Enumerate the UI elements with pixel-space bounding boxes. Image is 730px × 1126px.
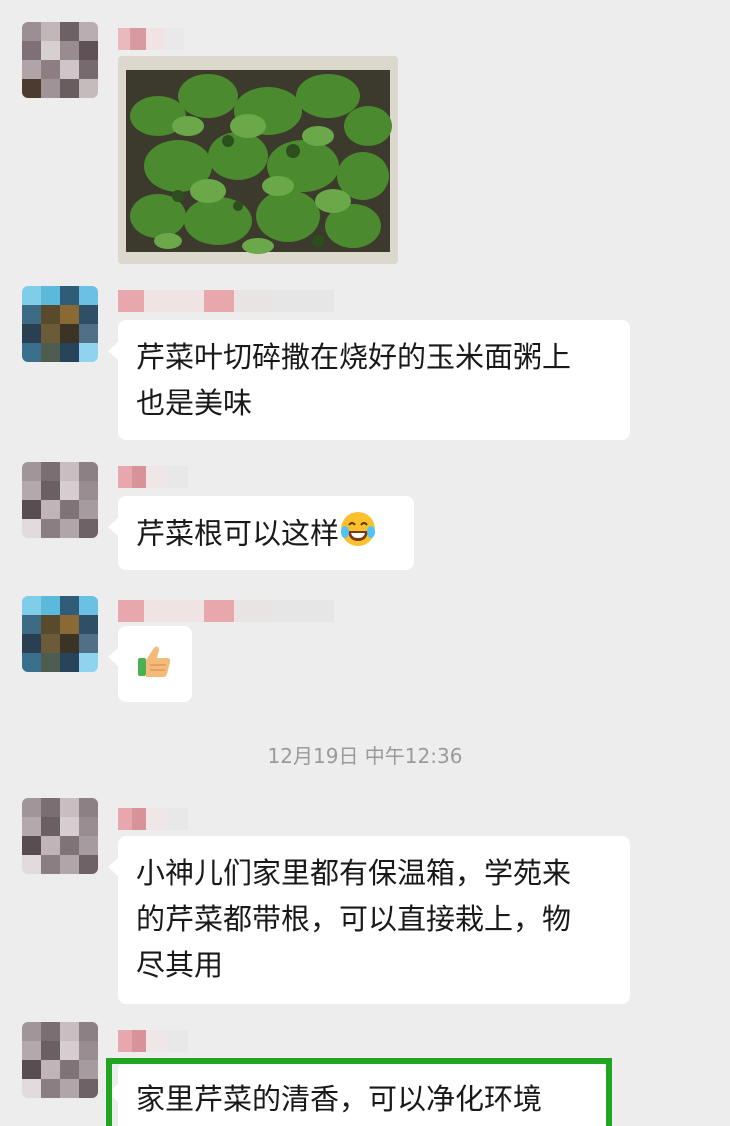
message-bubble[interactable]: 芹菜叶切碎撒在烧好的玉米面粥上 也是美味 (108, 320, 630, 440)
sender-name-blurred (118, 466, 188, 488)
avatar[interactable] (22, 286, 98, 362)
message-text-line: 芹菜叶切碎撒在烧好的玉米面粥上 (136, 340, 572, 374)
celery-plant-image (118, 56, 398, 264)
message-text-line: 小神儿们家里都有保温箱，学苑来 (136, 856, 572, 890)
avatar[interactable] (22, 1022, 98, 1098)
sender-name-blurred (118, 1030, 188, 1052)
thumbs-up-emoji (134, 640, 174, 693)
sender-name-blurred (118, 808, 188, 830)
avatar[interactable] (22, 798, 98, 874)
message-text: 芹菜根可以这样 (136, 516, 340, 551)
message-bubble[interactable]: 芹菜根可以这样 (108, 496, 414, 570)
message-text-line: 的芹菜都带根，可以直接栽上，物 (136, 902, 572, 936)
avatar[interactable] (22, 462, 98, 538)
message-text: 家里芹菜的清香，可以净化环境 (136, 1082, 543, 1116)
message-bubble[interactable]: 家里芹菜的清香，可以净化环境 (108, 1062, 608, 1126)
timestamp: 12月19日 中午12:36 (267, 744, 463, 768)
message-bubble[interactable] (108, 626, 192, 702)
sender-name-blurred (118, 600, 334, 622)
sender-name-blurred (118, 28, 184, 50)
sender-name-blurred (118, 290, 334, 312)
message-text-line: 也是美味 (136, 386, 253, 420)
avatar[interactable] (22, 22, 98, 98)
laughing-tears-emoji (339, 510, 377, 561)
celery-plant-photo[interactable] (118, 56, 398, 264)
avatar[interactable] (22, 596, 98, 672)
message-bubble[interactable]: 小神儿们家里都有保温箱，学苑来 的芹菜都带根，可以直接栽上，物 尽其用 (108, 836, 630, 1004)
message-text-line: 尽其用 (136, 948, 224, 982)
